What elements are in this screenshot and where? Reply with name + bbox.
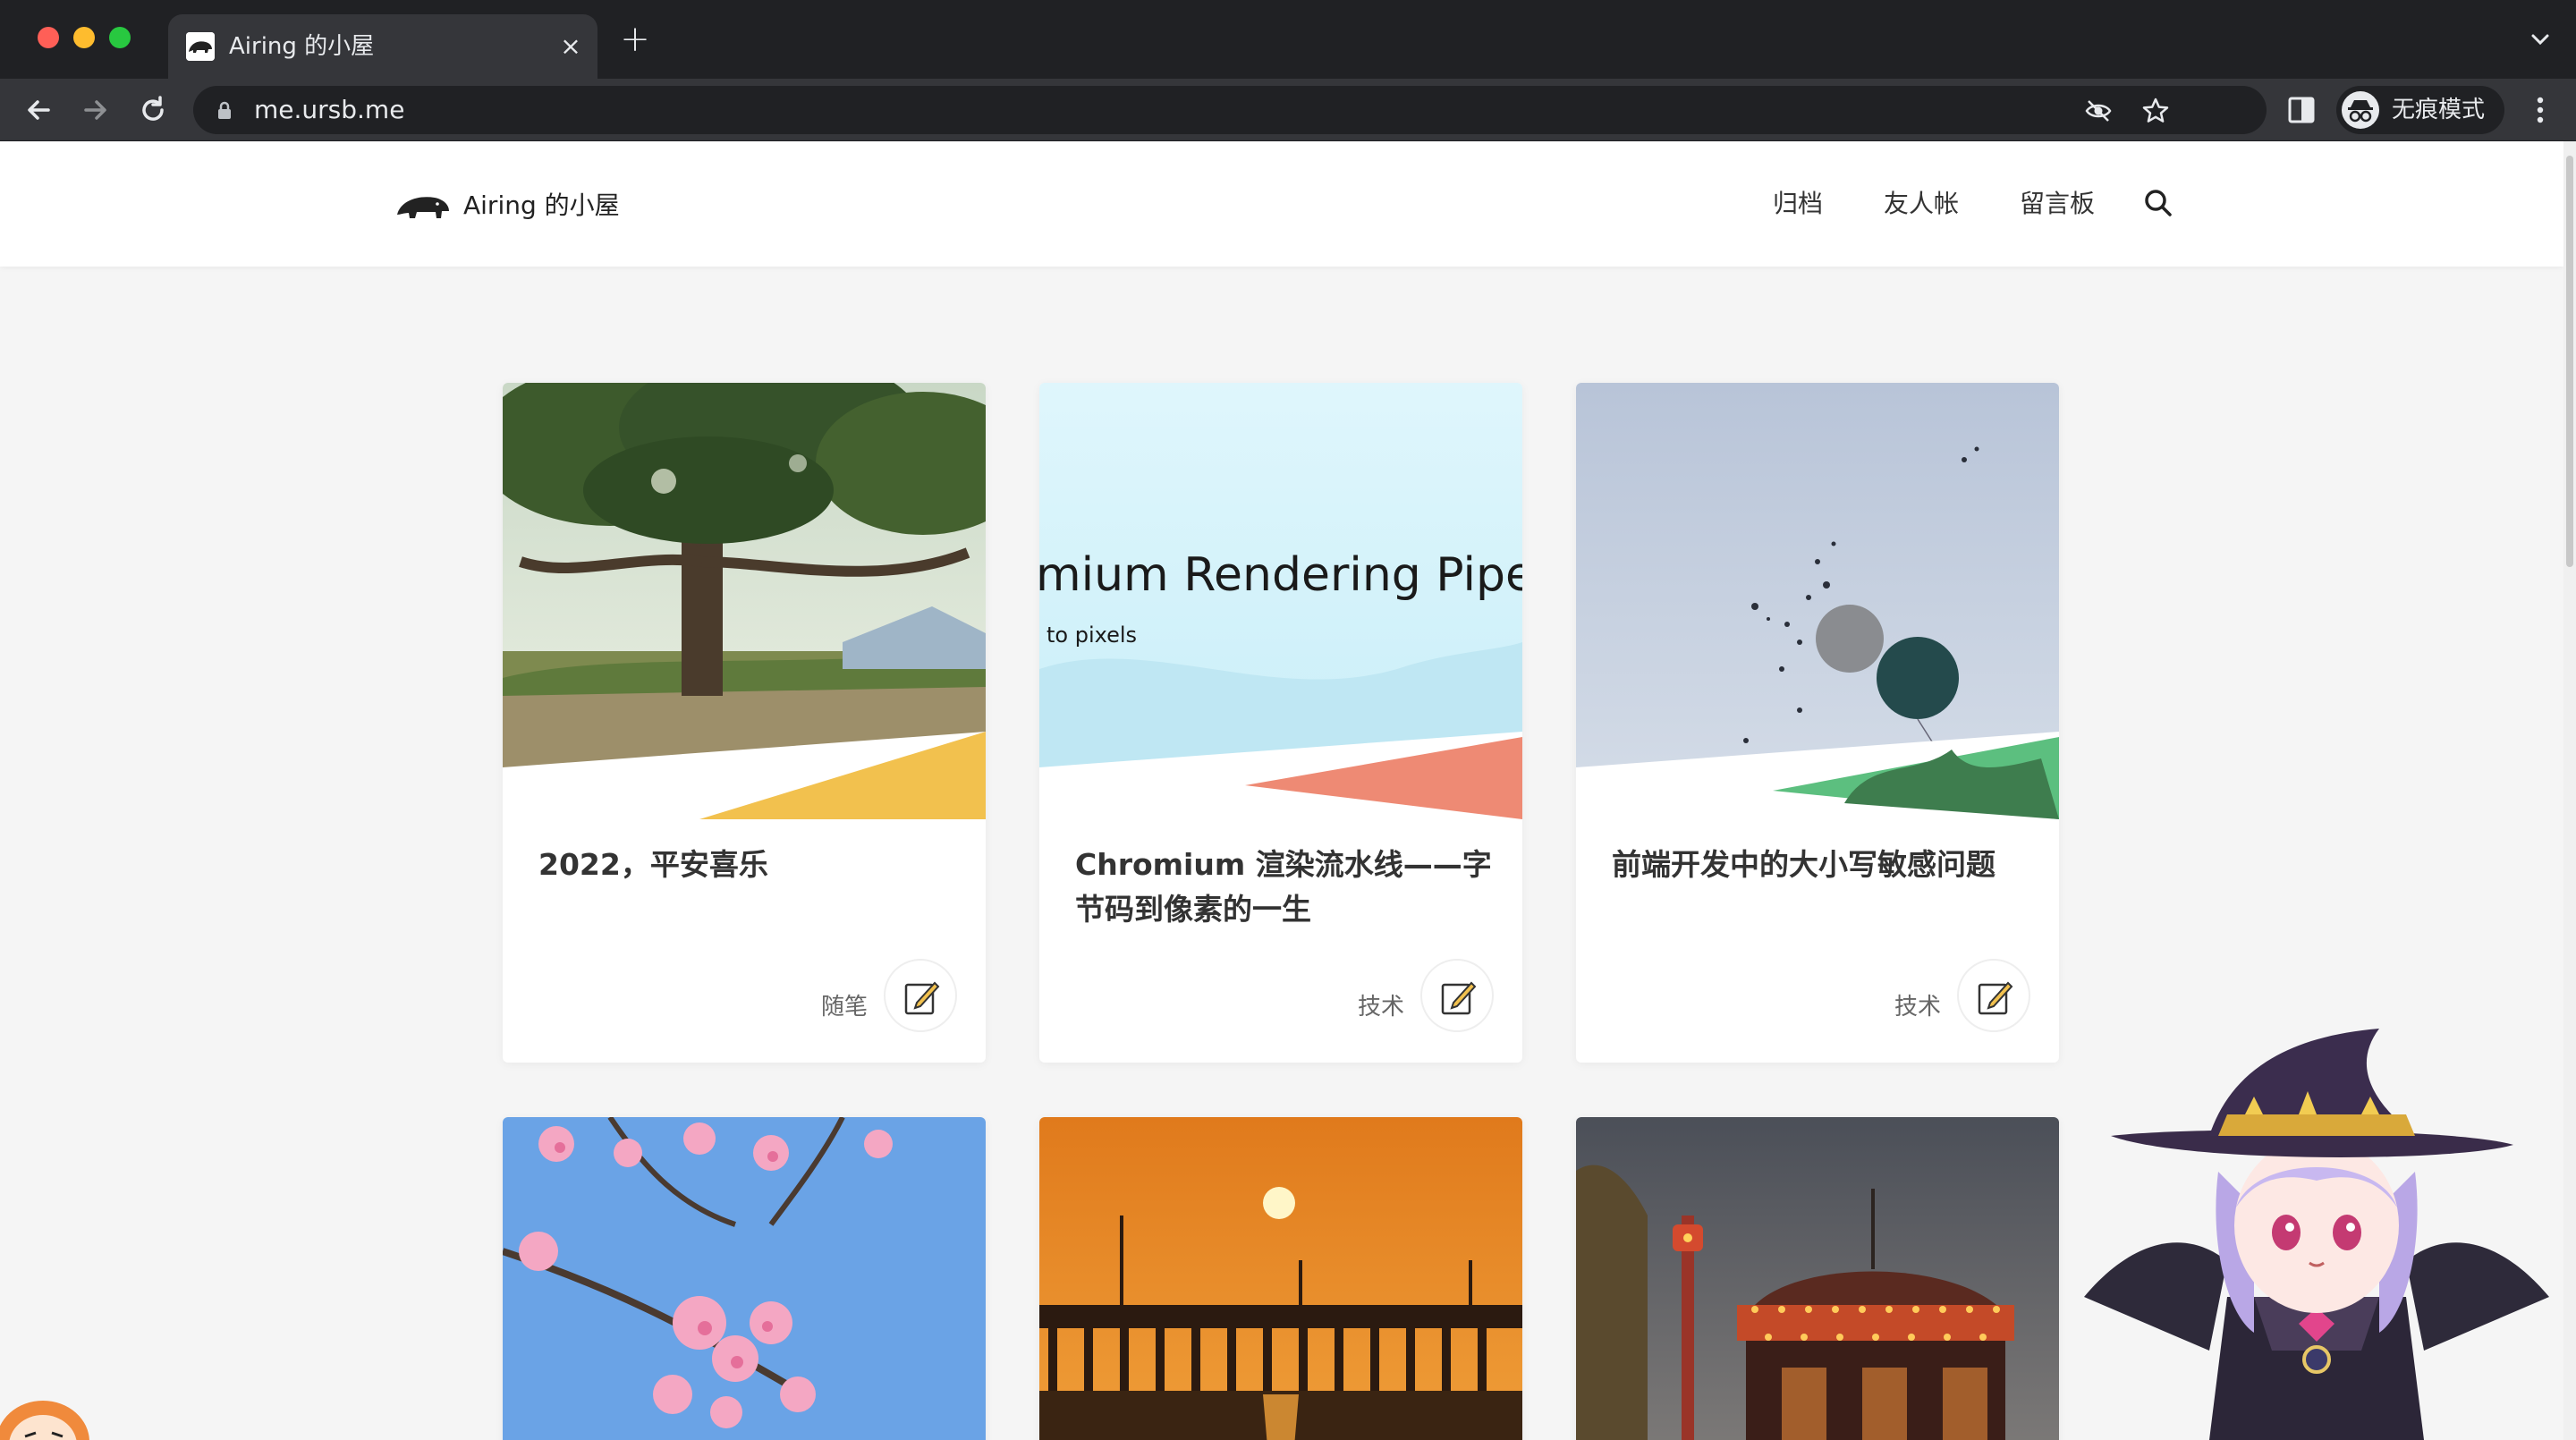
post-title[interactable]: 2022，平安喜乐 <box>538 843 959 887</box>
corner-mascot-avatar[interactable] <box>0 1386 93 1440</box>
bookmark-star-icon[interactable] <box>2141 97 2170 125</box>
lock-icon[interactable] <box>215 100 234 120</box>
post-card-2022[interactable]: 2022，平安喜乐 随笔 <box>503 383 986 1063</box>
post-cover-image-sunset[interactable] <box>1039 1117 1522 1440</box>
edit-pencil-icon <box>904 981 940 1015</box>
tab-title: Airing 的小屋 <box>229 33 375 60</box>
incognito-profile-button[interactable]: 无痕模式 <box>2336 86 2504 134</box>
nav-friends-link[interactable]: 友人帐 <box>1884 186 1959 222</box>
post-card-carousel[interactable] <box>1576 1117 2059 1440</box>
edit-post-button[interactable] <box>884 959 957 1032</box>
incognito-icon <box>2342 91 2379 129</box>
post-cover-image-blossom[interactable] <box>503 1117 986 1440</box>
back-arrow-icon[interactable] <box>20 91 57 129</box>
edit-post-button[interactable] <box>1420 959 1494 1032</box>
post-category[interactable]: 技术 <box>1358 991 1404 1023</box>
close-tab-icon[interactable]: × <box>556 32 585 61</box>
minimize-window-button[interactable] <box>73 27 95 48</box>
post-category[interactable]: 技术 <box>1894 991 1941 1023</box>
edit-pencil-icon <box>1441 981 1477 1015</box>
search-icon[interactable] <box>2143 188 2174 218</box>
logo-icon[interactable] <box>395 191 451 222</box>
edit-pencil-icon <box>1978 981 2013 1015</box>
post-card-cherry-blossom[interactable] <box>503 1117 986 1440</box>
address-bar[interactable]: me.ursb.me <box>193 86 2267 134</box>
post-card-sunset[interactable] <box>1039 1117 1522 1440</box>
post-cover-image-chromium[interactable]: mium Rendering Pipeli to pixels <box>1039 383 1522 819</box>
scrollbar-thumb[interactable] <box>2566 156 2573 567</box>
edit-post-button[interactable] <box>1957 959 2030 1032</box>
post-card-case-sensitive[interactable]: 前端开发中的大小写敏感问题 技术 <box>1576 383 2059 1063</box>
new-tab-button[interactable]: + <box>617 21 653 59</box>
browser-menu-kebab-icon[interactable] <box>2524 93 2556 127</box>
incognito-label: 无痕模式 <box>2392 97 2486 123</box>
site-logo-text[interactable]: Airing 的小屋 <box>463 190 620 222</box>
page-scrollbar[interactable] <box>2563 141 2576 1440</box>
browser-tabstrip: Airing 的小屋 × + <box>0 0 2576 79</box>
cover-heading-text: mium Rendering Pipeli <box>1039 548 1522 602</box>
post-title[interactable]: Chromium 渲染流水线——字节码到像素的一生 <box>1075 843 1496 932</box>
post-cover-image-balloons[interactable] <box>1576 383 2059 819</box>
tab-search-chevron-icon[interactable] <box>2526 25 2555 54</box>
url-text[interactable]: me.ursb.me <box>254 94 404 126</box>
forward-arrow-icon[interactable] <box>77 91 114 129</box>
post-card-chromium[interactable]: mium Rendering Pipeli to pixels Chromium… <box>1039 383 1522 1063</box>
tracking-blocked-eye-off-icon[interactable] <box>2084 97 2113 125</box>
reload-icon[interactable] <box>134 91 172 129</box>
maximize-window-button[interactable] <box>109 27 131 48</box>
cover-subheading-text: to pixels <box>1046 623 1137 648</box>
browser-tab-active[interactable]: Airing 的小屋 × <box>168 14 597 79</box>
post-cover-image-carousel[interactable] <box>1576 1117 2059 1440</box>
close-window-button[interactable] <box>38 27 59 48</box>
nav-archive-link[interactable]: 归档 <box>1773 186 1823 222</box>
live2d-witch-mascot[interactable] <box>2075 1029 2558 1440</box>
browser-toolbar: me.ursb.me 无痕模式 <box>0 79 2576 141</box>
post-title[interactable]: 前端开发中的大小写敏感问题 <box>1612 843 2032 887</box>
site-favicon-icon <box>186 32 215 61</box>
site-header: Airing 的小屋 归档 友人帐 留言板 <box>0 141 2563 267</box>
post-cover-image-tree[interactable] <box>503 383 986 819</box>
side-panel-icon[interactable] <box>2286 95 2317 125</box>
post-category[interactable]: 随笔 <box>821 991 868 1023</box>
nav-guestbook-link[interactable]: 留言板 <box>2020 186 2095 222</box>
